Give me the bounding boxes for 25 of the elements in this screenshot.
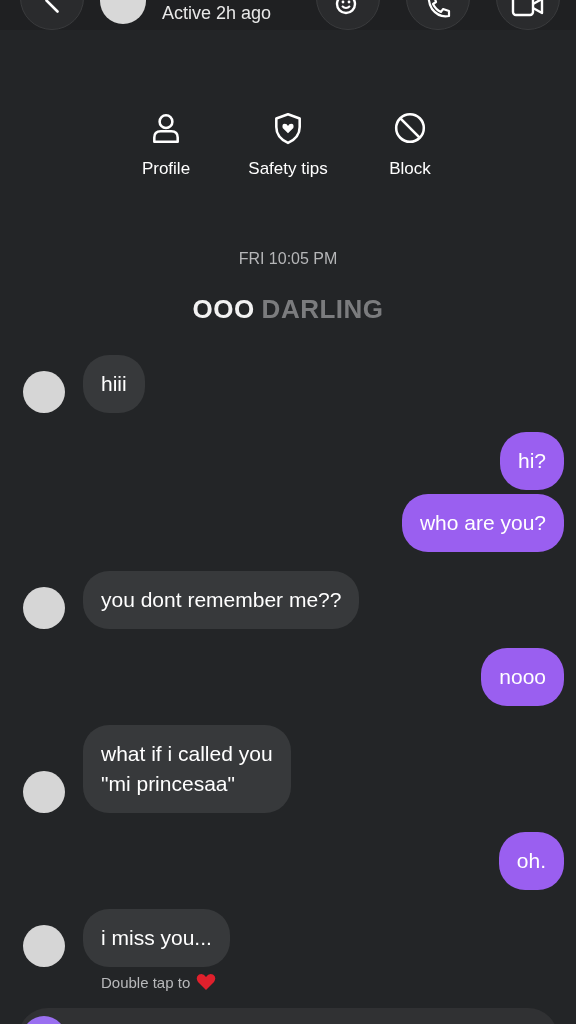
profile-action-button[interactable]: Profile (127, 111, 205, 179)
message-bubble[interactable]: hiii (83, 355, 145, 413)
avatar[interactable] (23, 371, 65, 413)
back-icon (45, 0, 59, 13)
timestamp: FRI 10:05 PM (237, 250, 339, 268)
block-action-button[interactable]: Block (371, 111, 449, 179)
message-bubble[interactable]: what if i called you "mi princesaa" (83, 725, 291, 813)
message-bubble[interactable]: who are you? (401, 494, 564, 552)
phone-icon (425, 0, 451, 20)
avatar[interactable] (23, 771, 65, 813)
chat-title: DARLING (261, 294, 384, 325)
video-camera-icon (511, 0, 545, 19)
chat-title: OOO (192, 294, 255, 325)
active-status: Active 2h ago (162, 2, 273, 24)
block-icon (393, 111, 427, 145)
message-bubble[interactable]: hi? (499, 432, 564, 490)
safety-action-button[interactable]: Safety tips (249, 111, 327, 179)
message-bubble[interactable]: you dont remember me?? (83, 571, 360, 629)
message-bubble[interactable]: i miss you... (83, 909, 230, 967)
avatar[interactable] (23, 587, 65, 629)
avatar[interactable] (23, 925, 65, 967)
message-bubble[interactable]: oh. (498, 832, 564, 890)
message-bubble[interactable]: nooo (481, 648, 564, 706)
heart-icon (196, 973, 217, 991)
reaction-hint: Double tap to (101, 973, 191, 991)
